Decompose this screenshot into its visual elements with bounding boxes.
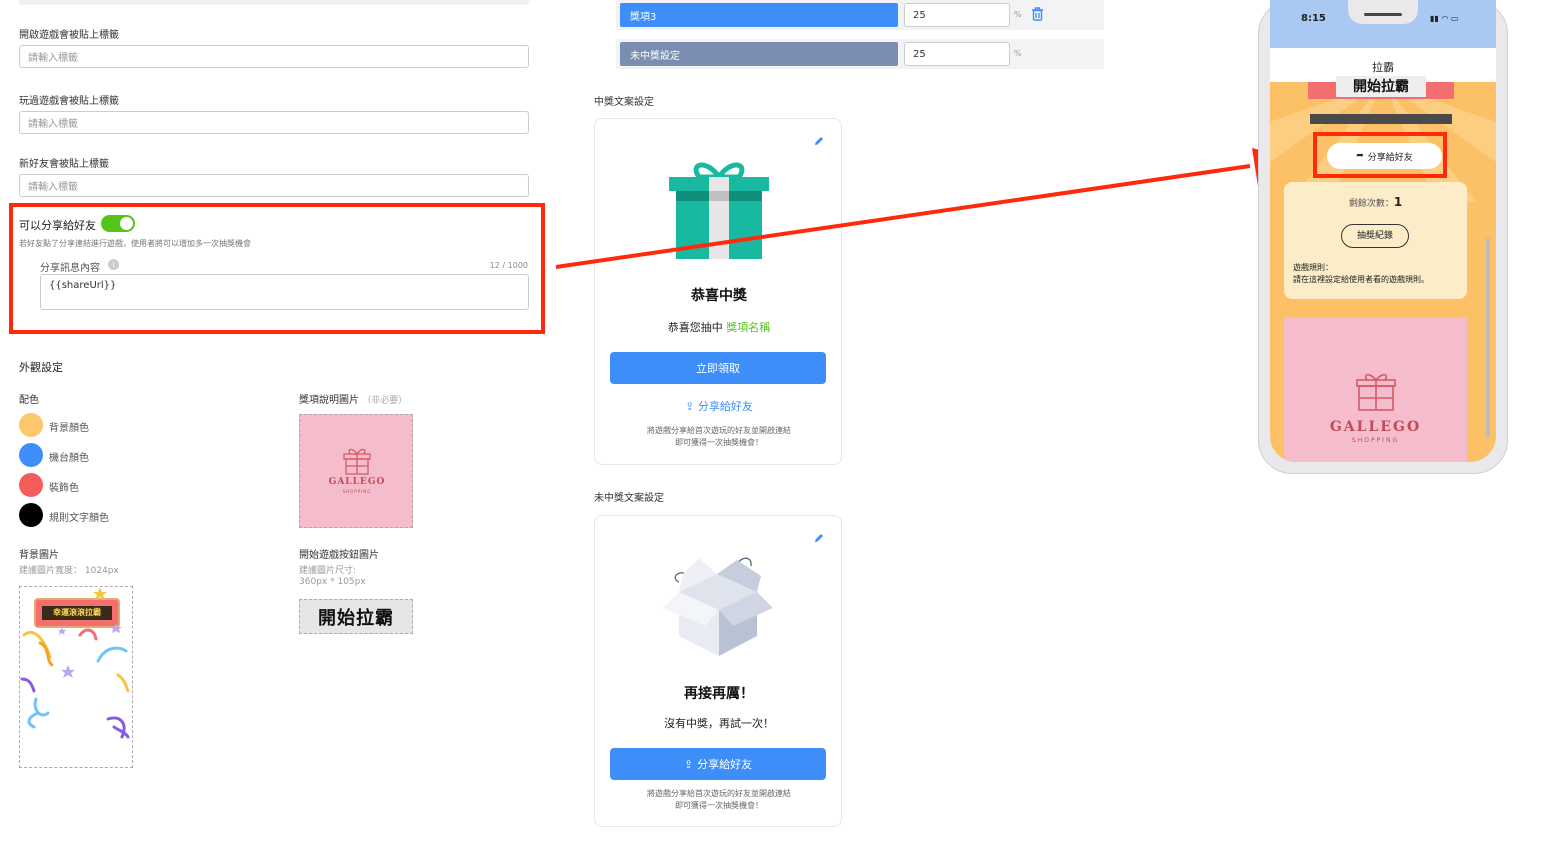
noprize-unit: % xyxy=(1014,49,1022,58)
top-divider xyxy=(19,0,529,5)
bg-image-hint: 建議圖片寬度： 1024px xyxy=(19,566,119,576)
phone-logo-text: GALLEGO xyxy=(1329,419,1422,435)
start-btn-hint1: 建議圖片尺寸: xyxy=(299,566,357,576)
tag-open-label: 開啟遊戲會被貼上標籤 xyxy=(19,30,119,41)
bg-image-upload[interactable]: 幸運滾滾拉霸 xyxy=(19,586,133,768)
win-note2: 即可獲得一次抽獎機會！ xyxy=(675,438,763,447)
phone-remaining: 剩餘次數：1 xyxy=(1348,195,1403,209)
tag-newfriend-input[interactable]: 請輸入標籤 xyxy=(19,174,529,197)
confetti-decoration xyxy=(20,587,130,739)
prize3-name[interactable]: 獎項3 xyxy=(620,3,898,27)
win-section-title: 中獎文案設定 xyxy=(594,97,654,108)
noprize-name[interactable]: 未中獎設定 xyxy=(620,42,898,66)
machine-color-swatch[interactable] xyxy=(19,443,43,467)
phone-records-button[interactable]: 抽獎紀錄 xyxy=(1341,224,1409,248)
phone-prize-image: GALLEGO SHOPPING xyxy=(1284,318,1467,462)
prize-logo-text: GALLEGO xyxy=(328,477,386,487)
start-btn-label: 開始遊戲按鈕圖片 xyxy=(299,550,379,561)
upload-icon: ⇪ xyxy=(685,400,695,413)
deco-color-swatch[interactable] xyxy=(19,473,43,497)
phone-time: 8:15 xyxy=(1301,13,1326,24)
phone-info-card: 剩餘次數：1 抽獎紀錄 遊戲規則： 請在這裡設定給使用者看的遊戲規則。 xyxy=(1284,182,1467,299)
phone-rules-text: 請在這裡設定給使用者看的遊戲規則。 xyxy=(1293,275,1429,284)
rule-text-color-name: 規則文字顏色 xyxy=(49,513,109,524)
phone-start-text: 開始拉霸 xyxy=(1336,76,1426,97)
prize3-value-input[interactable]: 25 xyxy=(904,3,1010,27)
color-label: 配色 xyxy=(19,395,39,406)
share-highlight-box xyxy=(9,203,545,334)
prize-logo-sub: SHOPPING xyxy=(342,489,372,494)
noprize-value-input[interactable]: 25 xyxy=(904,42,1010,66)
start-btn-preview-text: 開始拉霸 xyxy=(318,607,394,629)
empty-box-icon xyxy=(663,557,773,656)
bg-image-label: 背景圖片 xyxy=(19,550,59,561)
phone-title: 拉霸 xyxy=(1372,61,1394,74)
callout-arrow xyxy=(555,148,1292,269)
lose-share-button[interactable]: ⇪ 分享給好友 xyxy=(610,748,826,780)
tag-newfriend-label: 新好友會被貼上標籤 xyxy=(19,159,109,170)
win-share-link[interactable]: ⇪ 分享給好友 xyxy=(595,398,843,414)
phone-start-banner[interactable]: 開始拉霸 xyxy=(1308,76,1454,99)
win-heading: 恭喜中獎 xyxy=(691,288,747,304)
start-btn-hint2: 360px * 105px xyxy=(299,577,366,587)
phone-share-highlight-box xyxy=(1313,132,1447,178)
win-note1: 將遊戲分享給首次遊玩的好友並開啟連結 xyxy=(647,426,791,435)
machine-color-name: 機台顏色 xyxy=(49,453,89,464)
prize-image-label: 獎項說明圖片 （非必要） xyxy=(299,395,408,406)
lose-heading: 再接再厲！ xyxy=(684,686,754,702)
rule-text-color-swatch[interactable] xyxy=(19,503,43,527)
phone-notch xyxy=(1348,0,1418,24)
edit-pencil-icon[interactable] xyxy=(813,532,825,544)
start-btn-upload[interactable]: 開始拉霸 xyxy=(299,599,413,634)
tag-played-label: 玩過遊戲會被貼上標籤 xyxy=(19,96,119,107)
gift-outline-icon xyxy=(343,448,371,475)
claim-button[interactable]: 立即領取 xyxy=(610,352,826,384)
gift-outline-icon xyxy=(1356,373,1396,411)
win-line: 恭喜您抽中 獎項名稱 xyxy=(667,321,771,334)
phone-scrollbar[interactable] xyxy=(1486,238,1490,438)
phone-banner-shadow xyxy=(1310,114,1452,124)
prize-image-upload[interactable]: GALLEGO SHOPPING xyxy=(299,414,413,528)
lose-line: 沒有中獎，再試一次！ xyxy=(664,717,774,730)
phone-rules-title: 遊戲規則： xyxy=(1293,263,1333,272)
phone-screen: 8:15 ▮▮ ◠ ▭ 拉霸 開始拉霸 ➦ 分享給好友 剩餘次數：1 抽獎紀錄 遊… xyxy=(1270,0,1496,462)
phone-status-bar: 8:15 ▮▮ ◠ ▭ xyxy=(1270,0,1496,48)
lose-card: 再接再厲！ 沒有中獎，再試一次！ ⇪ 分享給好友 將遊戲分享給首次遊玩的好友並開啟… xyxy=(594,515,842,827)
phone-speaker xyxy=(1364,13,1402,16)
trash-icon[interactable] xyxy=(1031,7,1044,21)
lose-section-title: 未中獎文案設定 xyxy=(594,493,664,504)
prize3-unit: % xyxy=(1014,10,1022,19)
appearance-title: 外觀設定 xyxy=(19,361,63,374)
phone-logo-sub: SHOPPING xyxy=(1351,437,1400,444)
upload-icon: ⇪ xyxy=(683,757,694,771)
signal-wifi-battery-icon: ▮▮ ◠ ▭ xyxy=(1430,14,1459,23)
bg-color-name: 背景顏色 xyxy=(49,423,89,434)
lose-note2: 即可獲得一次抽獎機會！ xyxy=(675,801,763,810)
deco-color-name: 裝飾色 xyxy=(49,483,79,494)
tag-played-input[interactable]: 請輸入標籤 xyxy=(19,111,529,134)
lose-note1: 將遊戲分享給首次遊玩的好友並開啟連結 xyxy=(647,789,791,798)
tag-open-input[interactable]: 請輸入標籤 xyxy=(19,45,529,68)
bg-color-swatch[interactable] xyxy=(19,413,43,437)
